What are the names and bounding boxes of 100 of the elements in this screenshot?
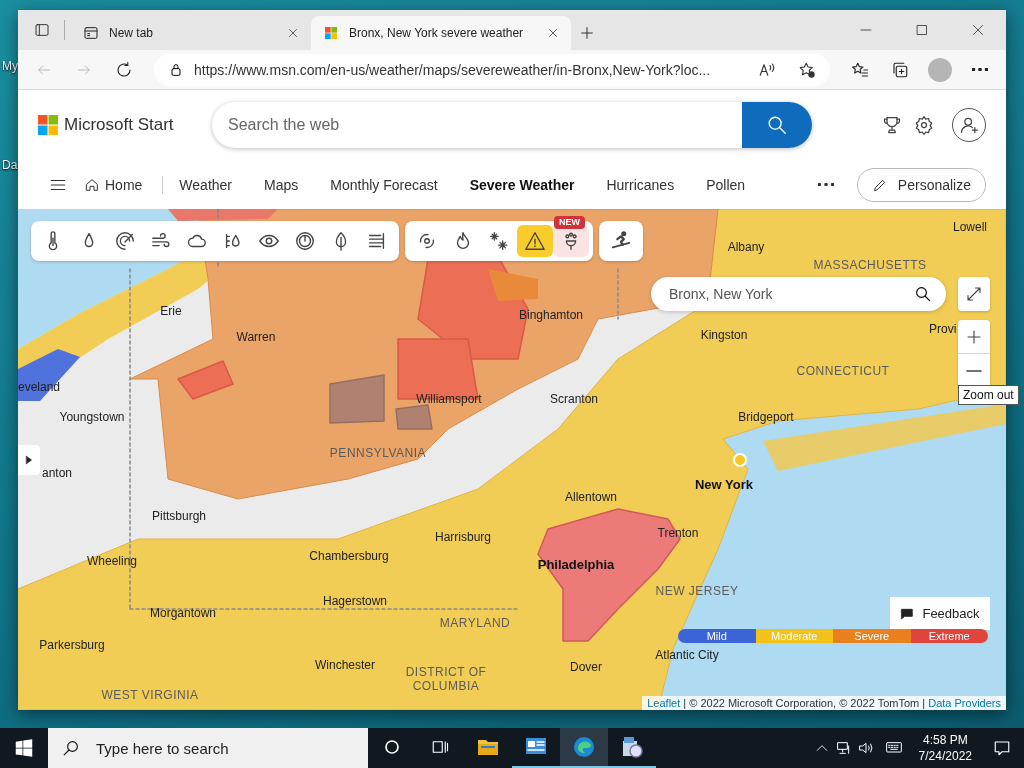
windows-logo-icon <box>15 739 33 757</box>
close-icon <box>287 27 299 39</box>
legend-band: Moderate <box>755 629 833 643</box>
city-label: Erie <box>160 304 182 318</box>
search-icon <box>914 285 932 303</box>
nav-link[interactable]: Pollen <box>706 172 746 197</box>
nav-link[interactable]: Weather <box>179 172 233 197</box>
city-label: Pittsburgh <box>152 509 206 523</box>
city-label: Lowell <box>953 220 987 234</box>
city-label: Binghamton <box>519 308 583 322</box>
date-text: 7/24/2022 <box>918 748 972 764</box>
zoom-out-button[interactable] <box>958 354 990 388</box>
radar-icon <box>114 230 136 252</box>
browser-tab[interactable]: Bronx, New York severe weather <box>311 16 571 50</box>
search-icon <box>766 114 788 136</box>
settings-icon <box>914 115 934 135</box>
expand-arrows-icon <box>965 285 983 303</box>
city-label: Dover <box>570 660 602 674</box>
web-search-input[interactable]: Search the web <box>212 102 742 148</box>
layer-button[interactable] <box>517 225 553 257</box>
search-button[interactable] <box>742 102 812 148</box>
city-label: Williamsport <box>416 392 482 406</box>
favorites-list-icon <box>851 60 869 79</box>
desktop-icon-label[interactable]: My <box>2 59 18 73</box>
desktop-icon-label[interactable]: Da <box>2 158 18 172</box>
city-label: Morgantown <box>150 606 216 620</box>
network-icon <box>835 740 852 756</box>
home-icon <box>84 176 100 193</box>
city-label: Warren <box>236 330 276 344</box>
collections-icon <box>891 60 909 79</box>
read-aloud-icon <box>758 60 776 79</box>
taskbar-app-button[interactable] <box>560 728 608 768</box>
site-logo-text: Microsoft Start <box>64 115 174 135</box>
caret-right-icon <box>24 455 34 465</box>
lock-icon <box>168 61 184 78</box>
location-search-field[interactable]: Bronx, New York <box>651 277 946 311</box>
circle-icon <box>384 739 400 755</box>
taskbar-search-input[interactable]: Type here to search <box>94 738 368 758</box>
edge-browser-icon <box>572 735 596 759</box>
legend-band: Extreme <box>910 629 988 643</box>
tooltip: Zoom out <box>958 385 1019 405</box>
layer-button[interactable] <box>553 225 589 257</box>
location-search-input[interactable]: Bronx, New York <box>667 285 914 303</box>
nav-link[interactable]: Home <box>84 172 143 197</box>
city-label: Bridgeport <box>738 410 794 424</box>
region-label: PENNSYLVANIA <box>329 446 427 460</box>
city-label: Hagerstown <box>323 594 387 608</box>
leaflet-link[interactable]: Leaflet <box>647 697 681 709</box>
new-badge: NEW <box>554 216 585 229</box>
address-field[interactable]: https://www.msn.com/en-us/weather/maps/severeweather/in-Bronx,New-York?loc... <box>154 53 830 86</box>
region-label: MASSACHUSETTS <box>813 258 927 272</box>
gauge-icon <box>294 230 316 252</box>
data-providers-link[interactable]: Data Providers <box>928 697 1001 709</box>
legend-band: Severe <box>833 629 911 643</box>
setup-box-icon <box>620 735 644 759</box>
fullscreen-button[interactable] <box>958 277 990 311</box>
plus-icon <box>579 25 595 41</box>
star-plus-icon <box>798 60 816 79</box>
time-text: 4:58 PM <box>922 732 968 748</box>
region-label: MARYLAND <box>439 616 511 630</box>
city-label: Kingston <box>700 328 748 342</box>
nav-link[interactable]: Maps <box>264 172 299 197</box>
close-icon <box>972 24 984 36</box>
nav-link[interactable]: Monthly Forecast <box>330 172 438 197</box>
tab-actions-icon <box>34 22 50 38</box>
taskbar-search-field[interactable]: Type here to search <box>48 728 368 768</box>
city-label: anton <box>42 466 73 480</box>
map-attribution: Leaflet | © 2022 Microsoft Corporation, © 2022 TomTom | Data Providers <box>642 696 1006 710</box>
city-label: Wheeling <box>87 554 137 568</box>
nav-link[interactable]: Severe Weather <box>469 172 575 197</box>
more-icon <box>972 68 988 71</box>
clock[interactable]: 4:58 PM 7/24/2022 <box>910 732 980 764</box>
city-label: Winchester <box>315 658 375 672</box>
person-plus-icon <box>959 115 979 135</box>
feedback-button[interactable]: Feedback <box>890 597 990 630</box>
close-icon <box>547 27 559 39</box>
city-label: Provi <box>929 322 957 336</box>
city-label: Harrisburg <box>435 530 491 544</box>
more-icon <box>817 183 834 186</box>
speaker-icon <box>857 740 874 756</box>
city-label: Chambersburg <box>309 549 389 563</box>
warning-icon <box>524 230 546 252</box>
city-label: Philadelphia <box>537 558 615 572</box>
city-label: Allentown <box>565 490 617 504</box>
legend-band: Mild <box>678 629 756 643</box>
browser-tab[interactable]: New tab <box>71 16 311 50</box>
new-tab-icon <box>83 25 99 41</box>
city-label: Albany <box>727 240 765 254</box>
snowflake-icon <box>488 230 510 252</box>
minus-icon <box>966 370 982 372</box>
search-icon <box>62 739 80 757</box>
expand-panel-button[interactable] <box>18 445 40 475</box>
city-label: Youngstown <box>59 410 125 424</box>
city-label: Trenton <box>657 526 699 540</box>
avatar <box>928 57 952 82</box>
city-label: Parkersburg <box>39 638 105 652</box>
region-label: WEST VIRGINIA <box>100 688 200 702</box>
refresh-icon <box>115 60 133 79</box>
chat-icon <box>900 606 915 621</box>
nav-link[interactable]: Hurricanes <box>606 172 675 197</box>
